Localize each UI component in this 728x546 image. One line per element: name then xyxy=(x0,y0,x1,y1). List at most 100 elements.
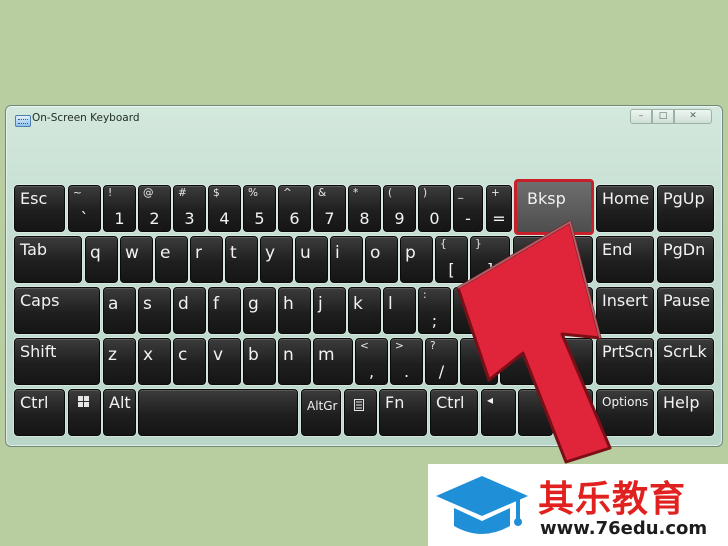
key-8[interactable]: * 8 xyxy=(348,185,381,232)
key-slash[interactable]: ? / xyxy=(425,338,458,385)
key-left-arrow[interactable]: ◂ xyxy=(481,389,516,436)
key-enter[interactable] xyxy=(488,287,593,334)
key-b[interactable]: b xyxy=(243,338,276,385)
key-label: ' xyxy=(467,311,472,330)
key-g[interactable]: g xyxy=(243,287,276,334)
key-t[interactable]: t xyxy=(225,236,258,283)
key-q[interactable]: q xyxy=(85,236,118,283)
key-k[interactable]: k xyxy=(348,287,381,334)
key-f[interactable]: f xyxy=(208,287,241,334)
key-semicolon[interactable]: :; xyxy=(418,287,451,334)
key-period[interactable]: >. xyxy=(390,338,423,385)
key-alt-left[interactable]: Alt xyxy=(103,389,136,436)
key-label: [ xyxy=(448,260,455,279)
key-tilde[interactable]: ~ ` xyxy=(68,185,101,232)
key-label: z xyxy=(108,345,117,365)
key-c[interactable]: c xyxy=(173,338,206,385)
key-o[interactable]: o xyxy=(365,236,398,283)
key-space[interactable] xyxy=(138,389,298,436)
title-bar[interactable]: On-Screen Keyboard – □ ✕ xyxy=(6,106,722,132)
key-equals[interactable]: + = xyxy=(486,185,512,232)
key-ctrl-right[interactable]: Ctrl xyxy=(430,389,478,436)
key-shift-label: " xyxy=(458,289,463,301)
key-backslash[interactable] xyxy=(513,236,593,283)
key-j[interactable]: j xyxy=(313,287,346,334)
key-pgdn[interactable]: PgDn xyxy=(657,236,714,283)
key-end[interactable]: End xyxy=(596,236,654,283)
close-button[interactable]: ✕ xyxy=(674,109,712,124)
key-shift-right[interactable] xyxy=(500,338,593,385)
graduation-cap-icon xyxy=(436,476,528,534)
key-i[interactable]: i xyxy=(330,236,363,283)
key-help[interactable]: Help xyxy=(657,389,714,436)
key-esc[interactable]: Esc xyxy=(14,185,65,232)
key-backspace[interactable]: Bksp xyxy=(514,179,594,235)
key-left-bracket[interactable]: {[ xyxy=(435,236,468,283)
key-6[interactable]: ^ 6 xyxy=(278,185,311,232)
key-label: x xyxy=(143,345,154,365)
key-h[interactable]: h xyxy=(278,287,311,334)
key-1[interactable]: ! 1 xyxy=(103,185,136,232)
key-label: ] xyxy=(486,260,494,279)
key-label: Tab xyxy=(20,240,48,259)
key-label: t xyxy=(230,243,237,263)
key-u[interactable]: u xyxy=(295,236,328,283)
key-insert[interactable]: Insert xyxy=(596,287,654,334)
key-right-arrow[interactable] xyxy=(555,389,593,436)
key-pgup[interactable]: PgUp xyxy=(657,185,714,232)
window-title: On-Screen Keyboard xyxy=(32,112,140,124)
key-label: 6 xyxy=(289,209,300,228)
key-5[interactable]: % 5 xyxy=(243,185,276,232)
key-scrlk[interactable]: ScrLk xyxy=(657,338,714,385)
key-d[interactable]: d xyxy=(173,287,206,334)
left-arrow-icon: ◂ xyxy=(487,393,494,407)
key-label: 4 xyxy=(219,209,230,228)
key-z[interactable]: z xyxy=(103,338,136,385)
key-n[interactable]: n xyxy=(278,338,311,385)
key-y[interactable]: y xyxy=(260,236,293,283)
key-ctrl-left[interactable]: Ctrl xyxy=(14,389,65,436)
key-altgr[interactable]: AltGr xyxy=(301,389,341,436)
key-label: i xyxy=(335,243,340,263)
key-s[interactable]: s xyxy=(138,287,171,334)
key-shift-label: < xyxy=(360,340,369,352)
key-quote[interactable]: " ' xyxy=(453,287,486,334)
key-a[interactable]: a xyxy=(103,287,136,334)
key-tab[interactable]: Tab xyxy=(14,236,82,283)
key-label: Home xyxy=(602,189,650,208)
key-down-arrow[interactable] xyxy=(518,389,553,436)
key-w[interactable]: w xyxy=(120,236,153,283)
key-0[interactable]: ) 0 xyxy=(418,185,451,232)
key-2[interactable]: @2 xyxy=(138,185,171,232)
key-l[interactable]: l xyxy=(383,287,416,334)
key-p[interactable]: p xyxy=(400,236,433,283)
maximize-button[interactable]: □ xyxy=(652,109,674,124)
key-shift-label: _ xyxy=(458,187,464,199)
key-up-arrow[interactable] xyxy=(460,338,498,385)
key-label: 9 xyxy=(394,209,405,228)
key-label: PgUp xyxy=(663,189,705,208)
key-7[interactable]: & 7 xyxy=(313,185,346,232)
minimize-button[interactable]: – xyxy=(630,109,652,124)
key-prtscn[interactable]: PrtScn xyxy=(596,338,654,385)
key-fn[interactable]: Fn xyxy=(379,389,427,436)
key-9[interactable]: (9 xyxy=(383,185,416,232)
key-home[interactable]: Home xyxy=(596,185,654,232)
key-minus[interactable]: _ - xyxy=(453,185,483,232)
key-label: . xyxy=(403,362,410,381)
key-3[interactable]: #3 xyxy=(173,185,206,232)
key-windows[interactable] xyxy=(68,389,101,436)
key-r[interactable]: r xyxy=(190,236,223,283)
key-shift-left[interactable]: Shift xyxy=(14,338,100,385)
key-v[interactable]: v xyxy=(208,338,241,385)
key-comma[interactable]: <, xyxy=(355,338,388,385)
key-e[interactable]: e xyxy=(155,236,188,283)
key-pause[interactable]: Pause xyxy=(657,287,714,334)
key-x[interactable]: x xyxy=(138,338,171,385)
key-menu[interactable] xyxy=(344,389,377,436)
key-m[interactable]: m xyxy=(313,338,353,385)
key-right-bracket[interactable]: }] xyxy=(470,236,510,283)
key-caps[interactable]: Caps xyxy=(14,287,100,334)
key-4[interactable]: $4 xyxy=(208,185,241,232)
key-options[interactable]: Options xyxy=(596,389,654,436)
